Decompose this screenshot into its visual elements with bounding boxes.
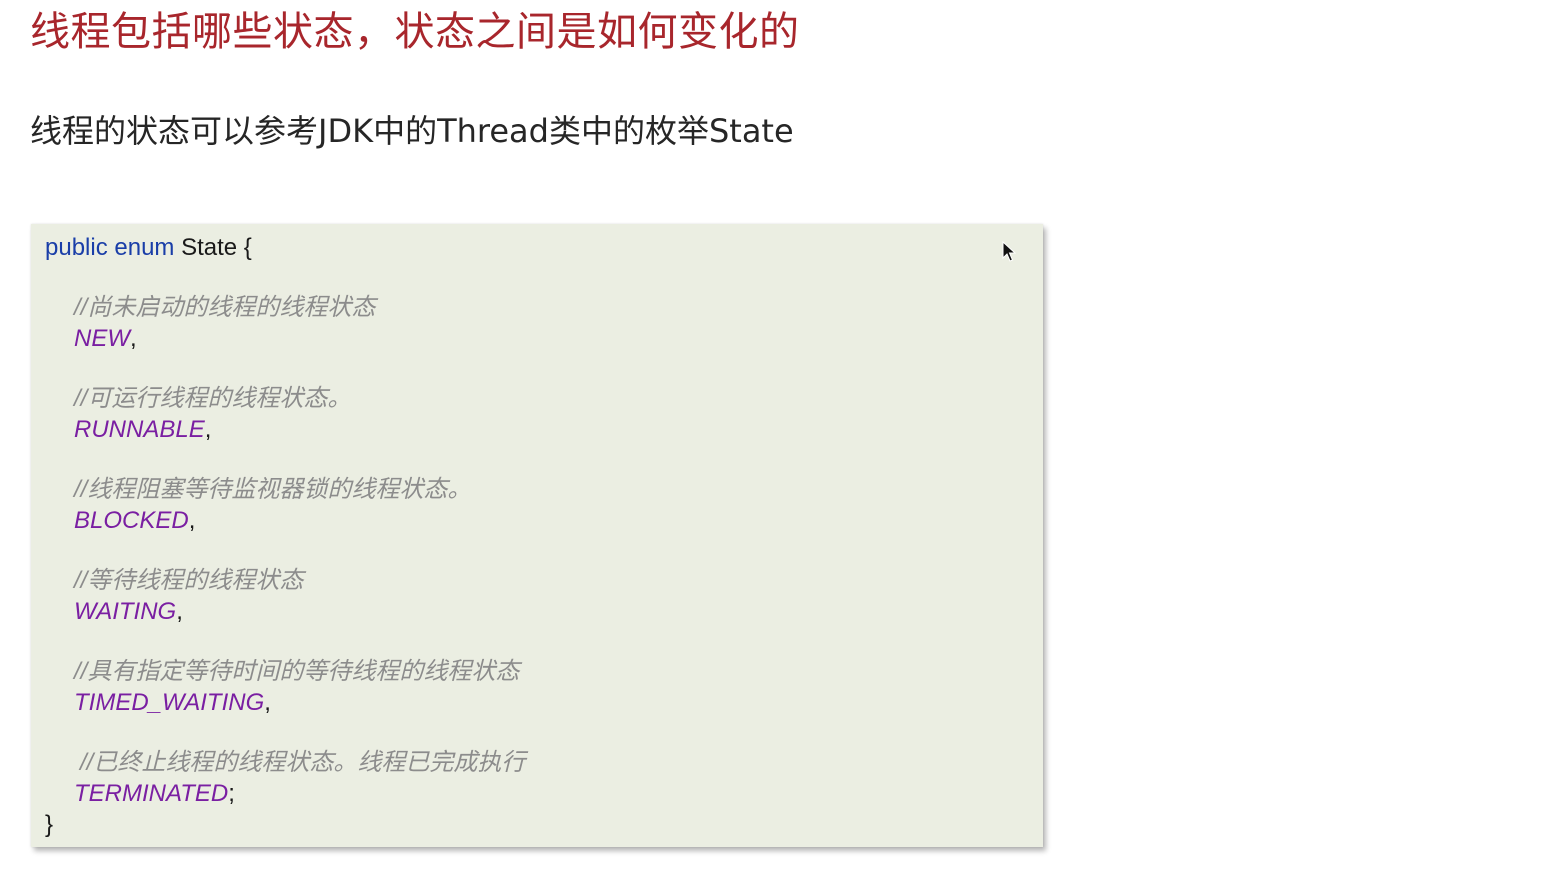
- subtitle: 线程的状态可以参考JDK中的Thread类中的枚举State: [30, 112, 794, 150]
- code-comment: //尚未启动的线程的线程状态: [74, 294, 376, 321]
- code-constant-line: BLOCKED,: [74, 506, 195, 536]
- code-comment: //线程阻塞等待监视器锁的线程状态。: [74, 476, 472, 503]
- code-declaration-line: public enum State {: [45, 233, 252, 263]
- enum-constant: NEW: [74, 325, 130, 352]
- code-separator: ,: [204, 416, 212, 443]
- enum-constant: RUNNABLE: [74, 416, 205, 443]
- enum-constant: BLOCKED: [74, 507, 189, 534]
- code-comment: //可运行线程的线程状态。: [74, 385, 352, 412]
- code-closing-brace: }: [45, 811, 54, 838]
- code-constant-line: RUNNABLE,: [74, 415, 211, 445]
- code-separator: ,: [130, 325, 137, 352]
- code-separator: ,: [264, 689, 271, 716]
- code-comment: //具有指定等待时间的等待线程的线程状态: [74, 658, 520, 685]
- page-title: 线程包括哪些状态，状态之间是如何变化的: [30, 9, 800, 55]
- code-keywords: public enum: [45, 234, 175, 261]
- code-constant-line: WAITING,: [74, 597, 183, 627]
- code-block: public enum State { //尚未启动的线程的线程状态 NEW, …: [31, 224, 1043, 847]
- code-constant-line: NEW,: [74, 324, 137, 354]
- code-class-name: State {: [181, 234, 252, 261]
- code-separator: ;: [228, 780, 235, 807]
- enum-constant: TIMED_WAITING: [74, 689, 265, 716]
- code-comment: //等待线程的线程状态: [74, 567, 304, 594]
- enum-constant: WAITING: [74, 598, 177, 625]
- code-constant-line: TIMED_WAITING,: [74, 688, 271, 718]
- code-separator: ,: [176, 598, 183, 625]
- code-constant-line: TERMINATED;: [74, 779, 235, 809]
- mouse-pointer-icon: [1002, 241, 1016, 262]
- enum-constant: TERMINATED: [74, 780, 229, 807]
- code-separator: ,: [188, 507, 196, 534]
- code-comment: //已终止线程的线程状态。线程已完成执行: [80, 749, 526, 776]
